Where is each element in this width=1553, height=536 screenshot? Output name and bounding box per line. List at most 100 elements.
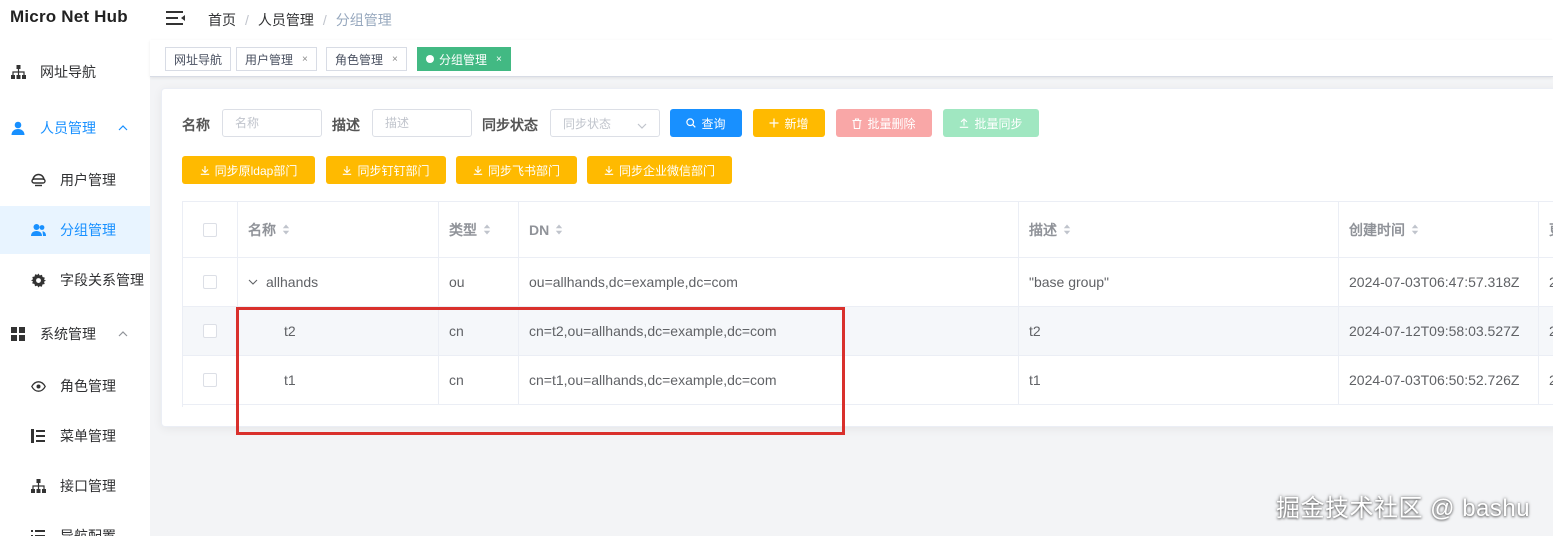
watermark: 掘金技术社区 @ bashu xyxy=(1276,495,1531,522)
sidebar-item-field-mapping[interactable]: 字段关系管理 xyxy=(0,256,150,304)
close-icon[interactable]: × xyxy=(392,54,398,65)
column-header-desc[interactable]: 描述 xyxy=(1019,202,1339,257)
users-icon xyxy=(30,222,46,238)
sort-icon[interactable] xyxy=(483,224,491,235)
column-title: 名称 xyxy=(248,221,276,238)
chevron-down-icon[interactable] xyxy=(248,279,258,285)
name-filter-label: 名称 xyxy=(182,117,210,133)
sidebar-item-label: 导航配置 xyxy=(60,528,116,536)
query-button[interactable]: 查询 xyxy=(670,109,742,137)
select-all-cell xyxy=(183,202,238,257)
column-title: 类型 xyxy=(449,221,477,238)
top-navbar: 首页 / 人员管理 / 分组管理 xyxy=(150,0,1553,40)
query-label: 查询 xyxy=(701,116,726,131)
row-checkbox[interactable] xyxy=(203,324,217,338)
sidebar-item-roles[interactable]: 角色管理 xyxy=(0,362,150,410)
sync-status-label: 同步状态 xyxy=(482,117,538,133)
content-card: 名称 描述 同步状态 同步状态 查询 新增 批量删除 批量同步 xyxy=(161,88,1553,427)
breadcrumb-section[interactable]: 人员管理 xyxy=(258,10,314,30)
tags-view: 网址导航 用户管理 × 角色管理 × 分组管理 × xyxy=(150,40,1553,77)
add-label: 新增 xyxy=(784,116,809,131)
sidebar-item-label: 菜单管理 xyxy=(60,428,116,444)
chevron-up-icon xyxy=(118,125,128,131)
sidebar-item-label: 网址导航 xyxy=(40,64,96,80)
sync-ldap-label: 同步原ldap部门 xyxy=(214,163,298,178)
column-header-type[interactable]: 类型 xyxy=(439,202,519,257)
sidebar-item-nav[interactable]: 网址导航 xyxy=(0,48,150,96)
select-all-checkbox[interactable] xyxy=(203,222,217,237)
sync-wecom-label: 同步企业微信部门 xyxy=(618,163,715,178)
sync-wecom-button[interactable]: 同步企业微信部门 xyxy=(587,156,732,184)
sidebar-item-groups[interactable]: 分组管理 xyxy=(0,206,150,254)
chevron-down-icon xyxy=(637,118,647,132)
sidebar-item-people[interactable]: 人员管理 xyxy=(0,104,150,152)
table-row[interactable]: t1 cn cn=t1,ou=allhands,dc=example,dc=co… xyxy=(183,356,1553,405)
sidebar-item-apis[interactable]: 接口管理 xyxy=(0,462,150,510)
group-name: allhands xyxy=(266,274,319,290)
row-checkbox[interactable] xyxy=(203,373,217,387)
cell-type: ou xyxy=(439,258,519,306)
sidebar-item-label: 角色管理 xyxy=(60,378,116,394)
batch-delete-button[interactable]: 批量删除 xyxy=(836,109,932,137)
column-title: 描述 xyxy=(1029,221,1057,238)
active-dot-icon xyxy=(426,55,434,63)
column-title: 更 xyxy=(1549,220,1553,240)
sort-icon[interactable] xyxy=(555,224,563,235)
sync-status-select[interactable]: 同步状态 xyxy=(550,109,660,137)
sidebar-toggle-icon[interactable] xyxy=(166,10,186,28)
row-checkbox[interactable] xyxy=(203,275,217,289)
cell-dn: cn=t2,ou=allhands,dc=example,dc=com xyxy=(519,307,1019,355)
column-header-created[interactable]: 创建时间 xyxy=(1339,202,1539,257)
tab-users[interactable]: 用户管理 × xyxy=(236,47,317,71)
sitemap-icon xyxy=(10,64,26,80)
close-icon[interactable]: × xyxy=(302,54,308,65)
user-circle-icon xyxy=(30,172,46,188)
cell-dn: ou=allhands,dc=example,dc=com xyxy=(519,258,1019,306)
tree-list-icon xyxy=(30,428,46,444)
column-header-updated[interactable]: 更 xyxy=(1539,202,1553,257)
plus-icon xyxy=(769,118,779,128)
trash-icon xyxy=(852,117,862,129)
sidebar-item-label: 系统管理 xyxy=(40,326,96,342)
sidebar-item-nav-config[interactable]: 导航配置 xyxy=(0,512,150,536)
sync-dingtalk-button[interactable]: 同步钉钉部门 xyxy=(326,156,446,184)
sync-feishu-button[interactable]: 同步飞书部门 xyxy=(456,156,577,184)
cell-created: 2024-07-12T09:58:03.527Z xyxy=(1339,307,1539,355)
sort-icon[interactable] xyxy=(282,224,290,235)
sort-icon[interactable] xyxy=(1411,224,1419,235)
close-icon[interactable]: × xyxy=(496,54,502,65)
column-header-dn[interactable]: DN xyxy=(519,202,1019,257)
sidebar-item-menus[interactable]: 菜单管理 xyxy=(0,412,150,460)
row-select-cell xyxy=(183,307,238,355)
breadcrumb-home[interactable]: 首页 xyxy=(208,10,236,30)
cell-created: 2024-07-03T06:50:52.726Z xyxy=(1339,356,1539,404)
table-row[interactable]: t2 cn cn=t2,ou=allhands,dc=example,dc=co… xyxy=(183,307,1553,356)
cell-updated: 2 xyxy=(1539,356,1553,404)
add-button[interactable]: 新增 xyxy=(753,109,825,137)
gear-icon xyxy=(30,272,46,288)
sync-feishu-label: 同步飞书部门 xyxy=(487,163,560,178)
tab-roles[interactable]: 角色管理 × xyxy=(326,47,407,71)
cell-desc: t1 xyxy=(1019,356,1339,404)
sidebar-item-label: 接口管理 xyxy=(60,478,116,494)
cell-name: t2 xyxy=(238,307,439,355)
row-select-cell xyxy=(183,356,238,404)
sidebar-item-users[interactable]: 用户管理 xyxy=(0,156,150,204)
tab-groups[interactable]: 分组管理 × xyxy=(417,47,511,71)
sidebar-item-system[interactable]: 系统管理 xyxy=(0,310,150,358)
sort-icon[interactable] xyxy=(1063,224,1071,235)
row-select-cell xyxy=(183,258,238,306)
column-header-name[interactable]: 名称 xyxy=(238,202,439,257)
breadcrumb-current: 分组管理 xyxy=(335,12,392,28)
tab-label: 角色管理 xyxy=(335,52,384,67)
cell-type: cn xyxy=(439,307,519,355)
sync-ldap-button[interactable]: 同步原ldap部门 xyxy=(182,156,315,184)
cell-created: 2024-07-03T06:47:57.318Z xyxy=(1339,258,1539,306)
name-filter-input[interactable] xyxy=(222,109,322,137)
breadcrumb-separator: / xyxy=(245,12,249,28)
table-row[interactable]: allhands ou ou=allhands,dc=example,dc=co… xyxy=(183,258,1553,307)
tab-nav[interactable]: 网址导航 xyxy=(165,47,232,71)
batch-sync-button[interactable]: 批量同步 xyxy=(943,109,1039,137)
desc-filter-input[interactable] xyxy=(372,109,472,137)
chevron-up-icon xyxy=(118,331,128,337)
